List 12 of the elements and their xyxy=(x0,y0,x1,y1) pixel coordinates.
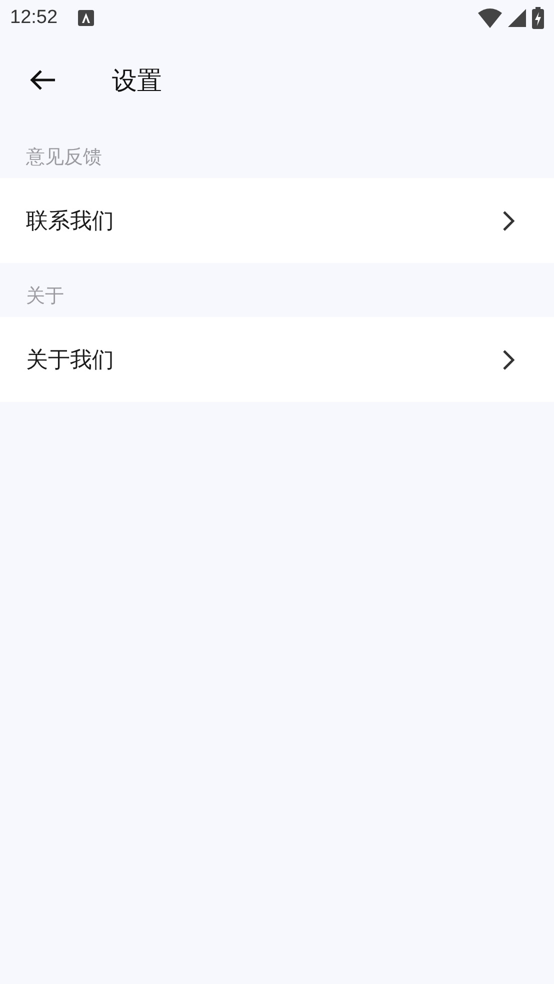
notification-icon xyxy=(78,10,94,26)
page-title: 设置 xyxy=(112,64,162,96)
chevron-right-icon xyxy=(502,210,516,232)
battery-icon xyxy=(532,7,544,29)
status-time: 12:52 xyxy=(10,7,58,29)
signal-icon xyxy=(508,9,526,27)
section-title: 关于 xyxy=(26,284,64,309)
chevron-right-icon xyxy=(502,348,516,370)
settings-row[interactable]: 联系我们 xyxy=(0,178,554,263)
section-title: 意见反馈 xyxy=(26,145,102,170)
wifi-icon xyxy=(478,8,502,28)
settings-row[interactable]: 关于我们 xyxy=(0,317,554,402)
